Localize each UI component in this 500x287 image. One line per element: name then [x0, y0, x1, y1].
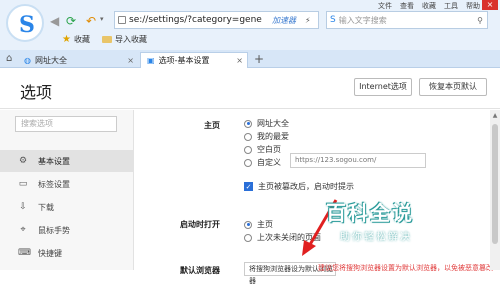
menu-favorites[interactable]: 收藏 — [422, 1, 436, 11]
tab-bar: ⌂ ◍ 网址大全 × ▣ 选项-基本设置 × + — [0, 50, 500, 68]
radio[interactable] — [244, 132, 252, 141]
option-label: 我的最爱 — [257, 132, 289, 141]
tab-label: 网址大全 — [34, 55, 67, 65]
sidebar-search-input[interactable]: 搜索选项 — [15, 116, 117, 132]
folder-icon — [101, 36, 112, 43]
restore-defaults-button[interactable]: 恢复本页默认 — [419, 78, 487, 96]
search-icon[interactable]: ⚲ — [477, 16, 483, 25]
homepage-option-nav[interactable]: 网址大全 — [244, 118, 289, 129]
back-icon[interactable]: ◀ — [50, 14, 59, 28]
bookmark-label: 导入收藏 — [114, 35, 147, 44]
default-browser-label: 默认浏览器 — [180, 266, 220, 275]
sogou-logo[interactable]: S — [6, 4, 44, 42]
search-placeholder: 输入文字搜索 — [338, 15, 387, 25]
gear-icon: ⚙ — [18, 156, 28, 166]
chevron-down-icon[interactable]: ▾ — [100, 15, 104, 23]
sidebar-item-basic[interactable]: ⚙ 基本设置 — [0, 150, 133, 172]
startup-option-homepage[interactable]: 主页 — [244, 219, 273, 230]
menu-view[interactable]: 查看 — [400, 1, 414, 11]
radio-selected[interactable] — [244, 220, 252, 229]
scrollbar[interactable]: ▲ — [490, 110, 500, 270]
settings-sidebar: 搜索选项 ⚙ 基本设置 ▭ 标签设置 ⇩ 下载 ⌖ 鼠标手势 ⌨ 快捷键 — [0, 110, 134, 270]
undo-icon[interactable]: ↶ — [86, 14, 96, 28]
home-icon[interactable]: ⌂ — [6, 53, 12, 64]
search-input[interactable]: S 输入文字搜索 ⚲ — [326, 11, 488, 29]
tab-url-directory[interactable]: ◍ 网址大全 × — [18, 52, 138, 68]
homepage-option-custom[interactable]: 自定义 — [244, 157, 281, 168]
sidebar-item-download[interactable]: ⇩ 下载 — [0, 196, 133, 218]
homepage-label: 主页 — [204, 121, 220, 130]
homepage-option-blank[interactable]: 空白页 — [244, 144, 281, 155]
option-label: 主页 — [257, 220, 273, 229]
custom-homepage-input[interactable]: https://123.sogou.com/ — [290, 153, 426, 168]
startup-label: 启动时打开 — [180, 220, 220, 229]
radio[interactable] — [244, 233, 252, 242]
address-url[interactable]: se://settings/?category=gene — [129, 15, 269, 25]
sidebar-item-tabs[interactable]: ▭ 标签设置 — [0, 173, 133, 195]
close-tab-icon[interactable]: × — [127, 56, 134, 65]
checkbox-label: 主页被篡改后，启动时提示 — [258, 182, 354, 191]
settings-header: 选项 Internet选项 恢复本页默认 — [0, 69, 500, 109]
watermark-title: 百科全说 — [326, 201, 414, 225]
option-label: 空白页 — [257, 145, 281, 154]
menu-tools[interactable]: 工具 — [444, 1, 458, 11]
star-icon: ★ — [62, 34, 71, 45]
refresh-icon[interactable]: ⟳ — [66, 14, 76, 28]
tab-icon: ▭ — [18, 179, 28, 189]
page-icon — [118, 16, 126, 24]
address-bar[interactable]: se://settings/?category=gene 加速器 ⚡ — [114, 11, 319, 29]
accelerator-label[interactable]: 加速器 — [272, 15, 296, 26]
watermark-subtitle: 助你轻松解决 — [340, 232, 412, 243]
option-label: 自定义 — [257, 158, 281, 167]
sidebar-item-label: 快捷键 — [38, 248, 62, 258]
sidebar-item-label: 下载 — [38, 202, 54, 212]
radio-selected[interactable] — [244, 119, 252, 128]
bookmark-label: 收藏 — [73, 35, 90, 44]
page-title: 选项 — [20, 83, 53, 102]
menu-help[interactable]: 帮助 — [466, 1, 480, 11]
flash-icon[interactable]: ⚡ — [305, 16, 311, 25]
browser-chrome: S 文件 查看 收藏 工具 帮助 × ◀ ⟳ ↶ ▾ se://settings… — [0, 0, 500, 50]
menu-file[interactable]: 文件 — [378, 1, 392, 11]
scrollbar-thumb[interactable] — [492, 124, 498, 244]
close-window-icon[interactable]: × — [482, 0, 498, 10]
settings-tab-icon: ▣ — [147, 56, 155, 65]
sidebar-item-mouse-gestures[interactable]: ⌖ 鼠标手势 — [0, 219, 133, 241]
internet-options-button[interactable]: Internet选项 — [354, 78, 412, 96]
hijack-warning-option[interactable]: ✓ 主页被篡改后，启动时提示 — [244, 181, 354, 192]
new-tab-icon[interactable]: + — [254, 52, 264, 66]
search-engine-icon[interactable]: S — [330, 15, 336, 25]
homepage-option-favorites[interactable]: 我的最爱 — [244, 131, 289, 142]
download-icon: ⇩ — [19, 202, 27, 212]
watermark: 百科全说 助你轻松解决 — [326, 197, 476, 245]
keyboard-icon: ⌨ — [18, 248, 31, 258]
bookmark-import[interactable]: 导入收藏 — [101, 34, 147, 45]
mouse-icon: ⌖ — [20, 225, 26, 235]
radio[interactable] — [244, 158, 252, 167]
bookmarks-bar: ★ 收藏 导入收藏 — [62, 34, 147, 45]
default-browser-note: 建议您将搜狗浏览器设置为默认浏览器，以免被恶意篡改 — [318, 264, 493, 272]
sidebar-item-label: 鼠标手势 — [38, 225, 70, 235]
scroll-up-icon[interactable]: ▲ — [490, 112, 500, 119]
tab-settings[interactable]: ▣ 选项-基本设置 × — [140, 52, 248, 68]
sidebar-item-label: 标签设置 — [38, 179, 70, 189]
bookmark-favorites[interactable]: ★ 收藏 — [62, 34, 90, 45]
tab-label: 选项-基本设置 — [158, 56, 210, 65]
sidebar-item-shortcuts[interactable]: ⌨ 快捷键 — [0, 242, 133, 264]
globe-icon: ◍ — [24, 55, 31, 65]
close-tab-icon[interactable]: × — [236, 56, 243, 65]
sidebar-item-label: 基本设置 — [38, 156, 70, 166]
radio[interactable] — [244, 145, 252, 154]
checkbox-checked[interactable]: ✓ — [244, 182, 253, 191]
menu-bar: 文件 查看 收藏 工具 帮助 — [378, 1, 480, 11]
option-label: 网址大全 — [257, 119, 289, 128]
